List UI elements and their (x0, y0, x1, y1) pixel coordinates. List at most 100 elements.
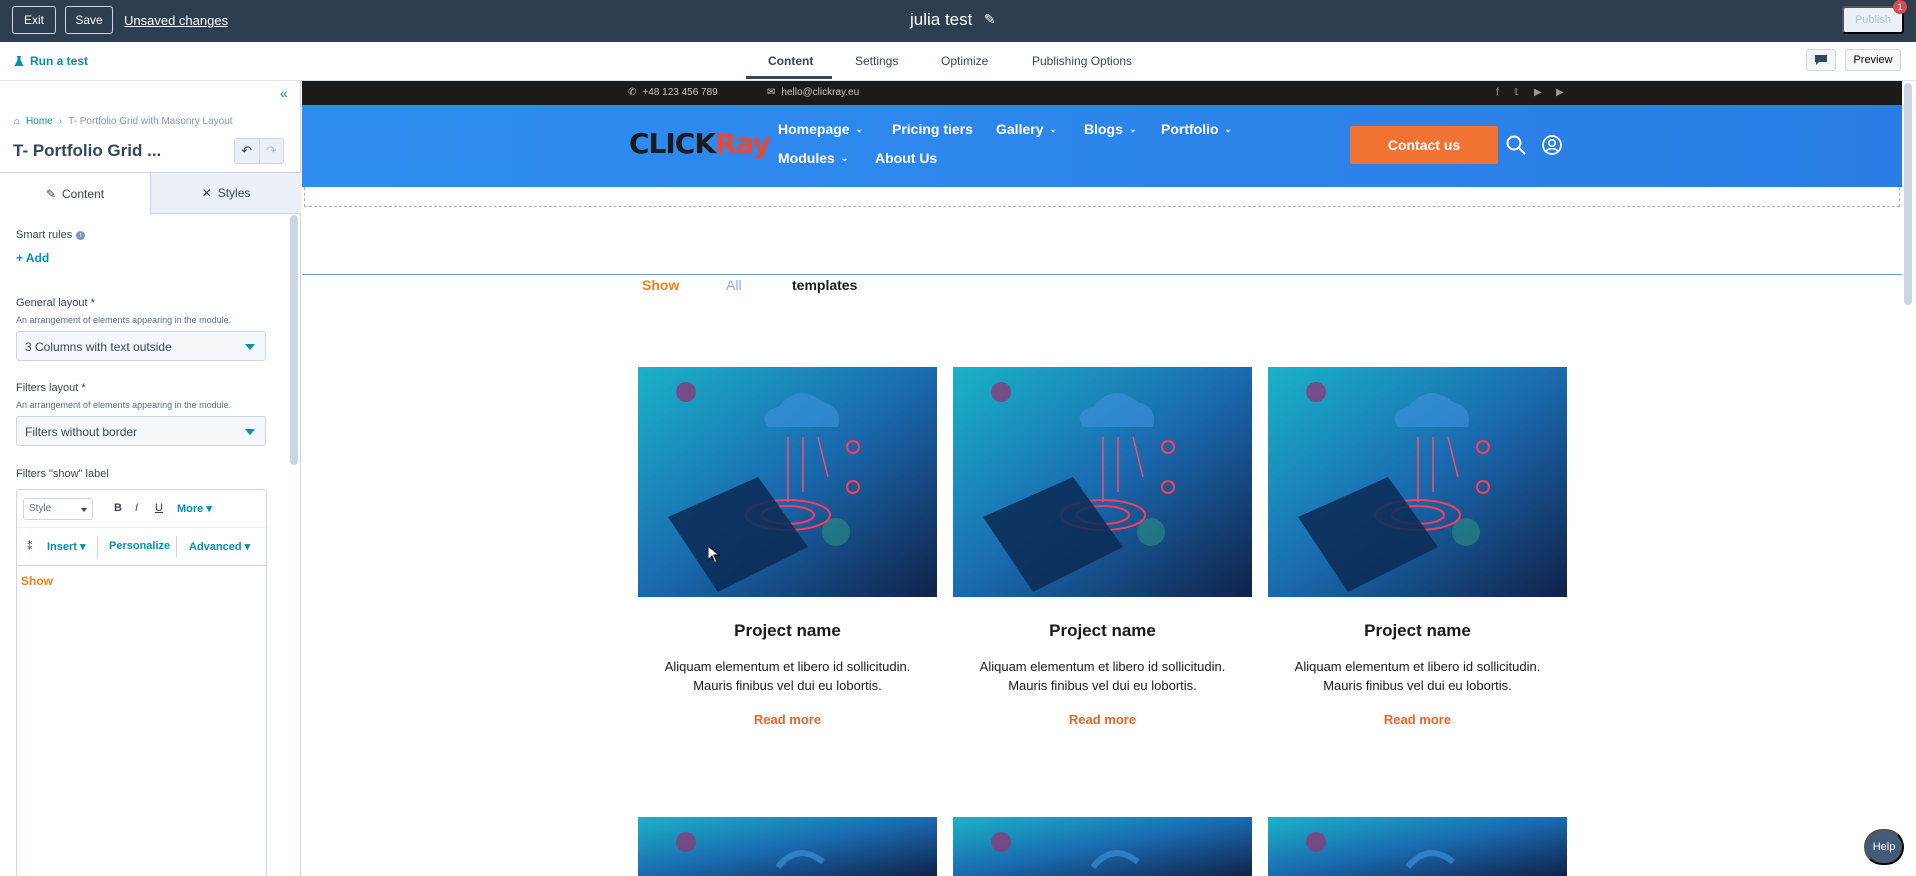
canvas-scrollbar[interactable] (1904, 83, 1912, 305)
search-icon[interactable] (1506, 135, 1526, 155)
nav-item-blogs[interactable]: Blogs ⌄ (1084, 121, 1136, 137)
show-label-field-label: Filters "show" label (16, 468, 109, 480)
undo-icon[interactable]: ↶ (235, 139, 259, 163)
chevron-down-icon: ⌄ (840, 152, 849, 163)
filter-show-label: Show (642, 277, 680, 293)
advanced-dropdown[interactable]: Advanced ▾ (189, 540, 250, 553)
tab-panel-content[interactable]: ✎ Content (0, 173, 151, 214)
project-image[interactable] (1268, 817, 1567, 876)
project-title: Project name (1364, 621, 1471, 640)
chevron-down-icon: ⌄ (1049, 123, 1058, 134)
editor-subbar: Run a test Content Settings Optimize Pub… (0, 42, 1916, 81)
personalize-button[interactable]: Personalize (109, 540, 170, 552)
nav-item-homepage[interactable]: Homepage ⌄ (778, 121, 863, 137)
comment-icon (1815, 55, 1827, 65)
site-phone-text: +48 123 456 789 (642, 87, 718, 98)
phone-icon: ✆ (628, 87, 637, 98)
brush-icon: ✕ (201, 186, 212, 200)
empty-drop-zone[interactable] (304, 187, 1900, 207)
flask-icon (14, 55, 24, 66)
site-phone: ✆ +48 123 456 789 (628, 87, 718, 98)
unsaved-changes-link[interactable]: Unsaved changes (124, 13, 228, 28)
tab-optimize[interactable]: Optimize (941, 54, 988, 68)
tab-content[interactable]: Content (768, 54, 813, 68)
chevron-down-icon: ⌄ (855, 123, 864, 134)
save-button[interactable]: Save (65, 6, 113, 34)
contact-us-button[interactable]: Contact us (1350, 126, 1498, 164)
editor-topbar: Exit Save Unsaved changes julia test ✎ P… (0, 0, 1916, 42)
info-icon[interactable]: i (76, 230, 86, 240)
user-icon[interactable] (1542, 135, 1562, 155)
tab-publishing-options[interactable]: Publishing Options (1032, 54, 1132, 68)
read-more-link[interactable]: Read more (638, 712, 937, 727)
dropdown-caret-icon (245, 344, 255, 350)
redo-icon[interactable]: ↷ (258, 139, 284, 163)
page-preview-canvas[interactable]: ✆ +48 123 456 789 ✉ hello@clickray.eu f … (302, 81, 1902, 876)
project-image[interactable] (953, 367, 1252, 597)
project-description: Aliquam elementum et libero id sollicitu… (1294, 659, 1541, 693)
bold-button[interactable]: B (114, 502, 122, 514)
site-topbar: ✆ +48 123 456 789 ✉ hello@clickray.eu f … (302, 81, 1902, 105)
run-test-button[interactable]: Run a test (14, 54, 88, 68)
pencil-icon: ✎ (45, 186, 57, 201)
nav-item-gallery[interactable]: Gallery ⌄ (996, 121, 1057, 137)
rte-toolbar-row-1: Style B I U More ▾ (17, 490, 266, 528)
general-layout-select[interactable]: 3 Columns with text outside (16, 331, 266, 361)
style-dropdown[interactable]: Style (23, 498, 93, 520)
site-logo[interactable]: CLICKRay (629, 127, 771, 160)
style-caret-icon (81, 508, 87, 512)
twitter-icon[interactable]: 𝕥 (1514, 87, 1519, 98)
tab-panel-styles[interactable]: ✕ Styles (151, 173, 301, 214)
insert-icon: ⁑ (27, 541, 33, 553)
project-image[interactable] (1268, 367, 1567, 597)
general-layout-value: 3 Columns with text outside (25, 340, 172, 354)
comments-button[interactable] (1806, 49, 1836, 71)
filters-layout-help: An arrangement of elements appearing in … (16, 400, 232, 410)
toolbar-divider (176, 536, 177, 558)
rich-text-editor: Style B I U More ▾ ⁑ Insert ▾ Personaliz… (16, 489, 267, 876)
notification-badge: 1 (1893, 0, 1907, 14)
help-button[interactable]: Help (1864, 829, 1904, 865)
more-dropdown[interactable]: More ▾ (177, 502, 212, 515)
project-image-art (1268, 817, 1567, 876)
chevron-down-icon: ⌄ (1128, 123, 1137, 134)
mail-icon: ✉ (767, 87, 776, 98)
exit-button[interactable]: Exit (12, 6, 56, 34)
filters-layout-label: Filters layout * (16, 382, 86, 394)
insert-dropdown[interactable]: Insert ▾ (47, 540, 86, 553)
nav-item-pricing[interactable]: Pricing tiers (892, 121, 973, 137)
nav-item-portfolio[interactable]: Portfolio ⌄ (1161, 121, 1232, 137)
project-image[interactable] (953, 817, 1252, 876)
rte-toolbar-row-2: ⁑ Insert ▾ Personalize Advanced ▾ (17, 528, 266, 566)
filter-all[interactable]: All (726, 277, 742, 293)
project-image[interactable] (638, 817, 937, 876)
panel-scrollbar[interactable] (290, 215, 298, 465)
youtube-icon[interactable]: ▶ (1534, 87, 1542, 98)
rte-content-text[interactable]: Show (21, 574, 53, 588)
project-image[interactable] (638, 367, 937, 597)
filter-templates[interactable]: templates (792, 277, 857, 293)
nav-item-about[interactable]: About Us (875, 150, 937, 166)
collapse-panel-icon[interactable]: « (280, 85, 288, 101)
underline-button[interactable]: U (155, 502, 163, 514)
read-more-link[interactable]: Read more (1268, 712, 1567, 727)
nav-item-modules[interactable]: Modules ⌄ (778, 150, 848, 166)
edit-title-pencil-icon[interactable]: ✎ (984, 11, 996, 28)
youtube-icon[interactable]: ▶ (1556, 87, 1564, 98)
page-title[interactable]: julia test (910, 10, 972, 30)
general-layout-label: General layout * (16, 297, 95, 309)
breadcrumb-home-icon: ⌂ (14, 116, 21, 127)
preview-button[interactable]: Preview (1845, 49, 1901, 71)
project-image-art (953, 817, 1252, 876)
breadcrumb-home[interactable]: Home (26, 116, 53, 127)
add-smart-rule-button[interactable]: + Add (16, 251, 49, 265)
tab-settings[interactable]: Settings (855, 54, 898, 68)
italic-button[interactable]: I (135, 502, 138, 514)
project-image-art (638, 817, 937, 876)
project-image-art (953, 367, 1252, 597)
read-more-link[interactable]: Read more (953, 712, 1252, 727)
facebook-icon[interactable]: f (1496, 87, 1499, 98)
filters-layout-select[interactable]: Filters without border (16, 416, 266, 446)
breadcrumb-current: T- Portfolio Grid with Masonry Layout (68, 116, 233, 127)
site-email-text: hello@clickray.eu (781, 87, 860, 98)
